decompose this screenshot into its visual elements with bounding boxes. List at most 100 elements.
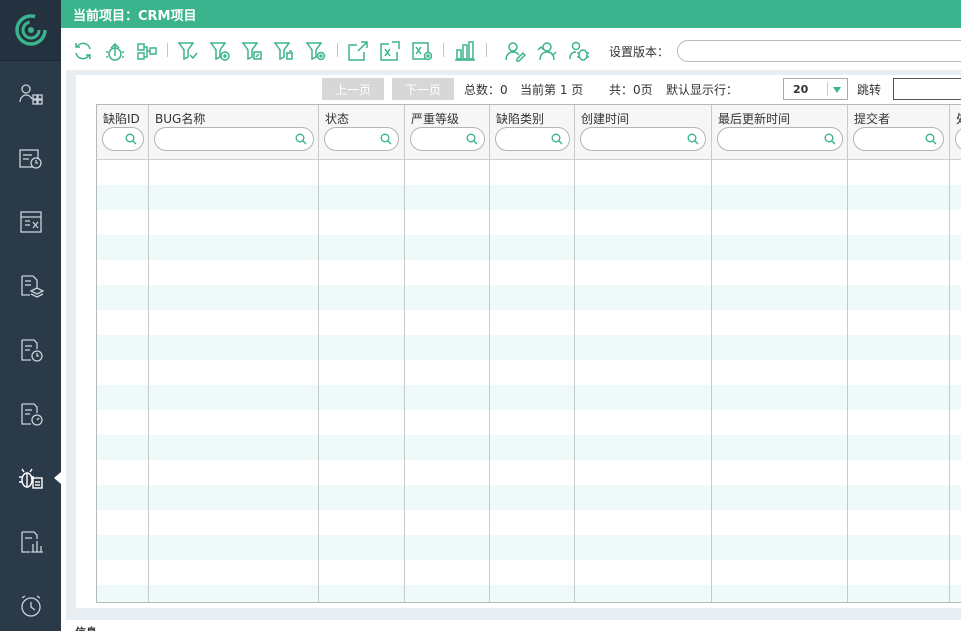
column-title: 最后更新时间 xyxy=(718,112,791,126)
excel-export-button[interactable] xyxy=(379,40,401,62)
submit-bug-button[interactable] xyxy=(104,40,126,62)
updated-time-filter-input[interactable] xyxy=(717,127,843,151)
sidebar-item-monitor[interactable] xyxy=(0,382,61,446)
chart-button[interactable] xyxy=(454,40,476,62)
column-divider xyxy=(949,160,950,602)
sidebar-item-timer[interactable] xyxy=(0,574,61,631)
filter-delete-button[interactable] xyxy=(273,40,295,62)
sidebar-item-bugs[interactable] xyxy=(0,446,61,510)
search-icon xyxy=(824,133,836,145)
sidebar-item-schedule[interactable] xyxy=(0,318,61,382)
column-divider xyxy=(404,160,405,602)
table-row xyxy=(97,435,961,460)
status-filter-input[interactable] xyxy=(324,127,399,151)
refresh-button[interactable] xyxy=(72,40,94,62)
version-label: 设置版本： xyxy=(609,45,670,59)
table-row xyxy=(97,310,961,335)
filter-delete-icon xyxy=(273,42,293,61)
sidebar xyxy=(0,0,61,631)
toolbar-separator xyxy=(167,43,168,57)
search-icon xyxy=(295,133,307,145)
table-row xyxy=(97,385,961,410)
project-title: 当前项目：CRM项目 xyxy=(73,9,197,24)
table-row xyxy=(97,410,961,435)
export-icon xyxy=(348,41,368,61)
filter-settings-button[interactable] xyxy=(305,40,327,62)
sidebar-item-requirements[interactable] xyxy=(0,254,61,318)
rows-per-page-select[interactable]: 20 xyxy=(783,78,848,100)
users-grid-icon xyxy=(18,84,43,105)
next-page-button[interactable]: 下一页 xyxy=(392,78,454,100)
transfer-user-button[interactable] xyxy=(536,40,558,62)
sidebar-item-users[interactable] xyxy=(0,62,61,126)
total-count: 总数：0 xyxy=(464,83,508,97)
sidebar-item-tasks[interactable] xyxy=(0,190,61,254)
handler-filter-input[interactable] xyxy=(955,127,961,151)
created-time-filter-input[interactable] xyxy=(580,127,706,151)
user-bug-button[interactable] xyxy=(568,40,590,62)
table-row xyxy=(97,160,961,185)
column-severity: 严重等级 xyxy=(405,105,490,160)
bug-table: 缺陷ID BUG名称 状态 严重等级 缺陷类别 创建时间 最后更新时间 提交者 xyxy=(96,104,961,603)
excel-icon xyxy=(380,41,400,61)
search-icon xyxy=(551,133,563,145)
column-title: 提交者 xyxy=(854,112,891,126)
filter-add-icon xyxy=(209,42,230,61)
search-icon xyxy=(380,133,392,145)
table-row xyxy=(97,560,961,585)
column-title: 创建时间 xyxy=(581,112,630,126)
bug-icon xyxy=(18,468,43,489)
bug-id-filter-input[interactable] xyxy=(102,127,144,151)
column-divider xyxy=(847,160,848,602)
search-icon xyxy=(466,133,478,145)
info-section-label: 信息 xyxy=(75,624,97,631)
filter-edit-button[interactable] xyxy=(241,40,263,62)
plan-clock-icon xyxy=(18,149,42,169)
category-filter-input[interactable] xyxy=(495,127,570,151)
sidebar-item-plan[interactable] xyxy=(0,126,61,190)
table-row xyxy=(97,235,961,260)
search-icon xyxy=(125,133,137,145)
column-divider xyxy=(711,160,712,602)
upload-bug-icon xyxy=(106,42,124,61)
severity-filter-input[interactable] xyxy=(410,127,485,151)
sidebar-item-reports[interactable] xyxy=(0,510,61,574)
filter-add-button[interactable] xyxy=(209,40,231,62)
workflow-button[interactable] xyxy=(136,40,158,62)
column-bug-name: BUG名称 xyxy=(149,105,319,160)
column-category: 缺陷类别 xyxy=(490,105,575,160)
submitter-filter-input[interactable] xyxy=(853,127,944,151)
refresh-icon xyxy=(75,42,91,60)
version-select[interactable] xyxy=(677,40,961,62)
toolbar-separator xyxy=(486,43,487,57)
top-header: 当前项目：CRM项目 xyxy=(61,0,961,28)
table-row xyxy=(97,210,961,235)
column-title: 处 xyxy=(956,110,961,127)
app-logo[interactable] xyxy=(0,0,61,61)
table-row xyxy=(97,335,961,360)
table-row xyxy=(97,185,961,210)
column-bug-id: 缺陷ID xyxy=(97,105,149,160)
assign-user-button[interactable] xyxy=(504,40,527,62)
table-row xyxy=(97,485,961,510)
prev-page-button[interactable]: 上一页 xyxy=(322,78,384,100)
filter-icon xyxy=(177,42,198,61)
column-created-time: 创建时间 xyxy=(575,105,712,160)
export-button[interactable] xyxy=(347,40,369,62)
chart-icon xyxy=(455,41,475,61)
column-divider xyxy=(148,160,149,602)
filter-edit-icon xyxy=(241,42,262,61)
table-row xyxy=(97,510,961,535)
rows-per-page-value: 20 xyxy=(793,83,809,96)
table-row xyxy=(97,285,961,310)
bug-name-filter-input[interactable] xyxy=(154,127,314,151)
task-list-icon xyxy=(19,211,42,233)
excel-settings-button[interactable] xyxy=(411,40,433,62)
column-divider xyxy=(574,160,575,602)
toolbar-separator xyxy=(337,43,338,57)
user-bug-icon xyxy=(569,41,589,61)
filter-button[interactable] xyxy=(177,40,199,62)
search-icon xyxy=(925,133,937,145)
jump-page-input[interactable] xyxy=(893,78,961,100)
table-header: 缺陷ID BUG名称 状态 严重等级 缺陷类别 创建时间 最后更新时间 提交者 xyxy=(97,105,961,160)
